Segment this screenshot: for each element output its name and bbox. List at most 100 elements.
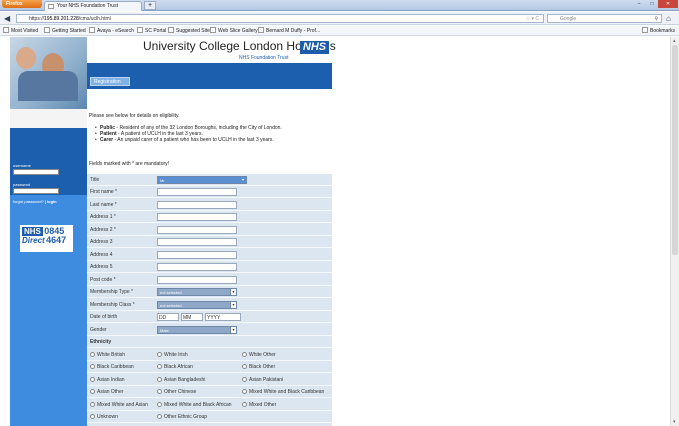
bookmark-item[interactable]: Suggested Sites [168,26,212,36]
address5-field[interactable] [157,263,237,271]
ethnicity-radio[interactable]: Mixed White and Asian [90,402,148,408]
radio-icon [90,402,95,407]
search-input[interactable]: Google ⚲ [547,14,662,23]
postcode-field[interactable] [157,276,237,284]
radio-icon [157,414,162,419]
bookmark-folder-icon [3,27,9,33]
address1-field[interactable] [157,213,237,221]
ethnicity-label: Ethnicity [90,339,112,345]
tab-registration[interactable]: Registration [90,77,130,86]
bookmark-star-icon[interactable]: ☆ ▾ C [526,15,539,23]
ethnicity-radio[interactable]: Asian Indian [90,377,125,383]
form-row: Address 4 [87,249,332,261]
gender-label: Gender [90,327,107,333]
ethnicity-radio[interactable]: Mixed White and Black Caribbean [242,389,324,395]
ethnicity-radio[interactable]: Unknown [90,414,118,420]
scroll-up-icon[interactable]: ▴ [673,38,676,44]
ethnicity-radio[interactable]: Black Caribbean [90,364,134,370]
bookmark-item[interactable]: Getting Started [44,26,86,36]
bookmarks-menu[interactable]: Bookmarks [641,26,675,36]
browser-tab[interactable]: Your NHS Foundation Trust [44,1,142,11]
ethnicity-radio[interactable]: Black Other [242,364,275,370]
ethnicity-radio[interactable]: Asian Other [90,389,123,395]
search-icon[interactable]: ⚲ [654,15,658,23]
form-row: Gender Male ▾ [87,324,332,336]
bookmark-item[interactable]: Most Visited [3,26,38,36]
dob-month-input[interactable]: MM [181,313,203,321]
gender-select[interactable]: Male ▾ [157,326,237,334]
bookmark-item[interactable]: Avaya - eSearch [89,26,134,36]
ethnicity-radio[interactable]: White British [90,352,125,358]
nhs-direct-logo[interactable]: NHS 0845 Direct 4647 [20,225,73,252]
forgot-password-link[interactable]: forgot password? [13,199,44,204]
address3-field[interactable] [157,238,237,246]
ethnicity-radio[interactable]: Mixed White and Black African [157,402,232,408]
last-name-field[interactable] [157,201,237,209]
form-row: First name * [87,186,332,198]
dob-day-input[interactable]: DD [157,313,179,321]
first-name-field[interactable] [157,188,237,196]
ethnicity-radio[interactable]: White Irish [157,352,188,358]
page-favicon-icon [48,4,54,9]
chevron-down-icon: ▾ [240,177,246,183]
membership-type-label: Membership Type * [90,289,133,295]
bookmark-icon [258,27,264,33]
minimize-icon[interactable]: – [632,0,646,8]
close-icon[interactable]: ✕ [658,0,678,8]
password-input[interactable] [13,188,59,194]
radio-icon [157,364,162,369]
address2-field[interactable] [157,226,237,234]
bookmark-icon [210,27,216,33]
firefox-menu-button[interactable]: Firefox [2,0,42,8]
radio-icon [242,377,247,382]
form-row: Ethnicity [87,336,332,348]
form-row: Address 2 * [87,224,332,236]
ethnicity-radio[interactable]: Mixed Other [242,402,276,408]
dob-label: Date of birth [90,314,118,320]
bookmark-item[interactable]: Bernard M Duffy - Prof... [258,26,320,36]
header-photo [10,37,87,109]
dob-year-input[interactable]: YYYY [205,313,241,321]
address4-field[interactable] [157,251,237,259]
left-sidebar: username password forgot password? | log… [10,37,87,426]
bookmark-item[interactable]: Web Slice Gallery [210,26,258,36]
title-label: Title [90,177,100,183]
radio-icon [90,389,95,394]
radio-icon [90,377,95,382]
membership-class-select[interactable]: not selected ▾ [157,301,237,309]
radio-icon [157,389,162,394]
ethnicity-row: Mixed White and Asian Mixed White and Bl… [87,399,332,411]
form-row: Address 3 [87,236,332,248]
scroll-thumb[interactable] [672,45,678,255]
ethnicity-radio[interactable]: Other Ethnic Group [157,414,207,420]
title-select[interactable]: Mr ▾ [157,176,247,184]
login-box: username password [10,128,87,195]
new-tab-button[interactable]: + [144,1,156,10]
search-placeholder: Google [560,16,577,22]
form-row: Post code * [87,274,332,286]
form-row: Title Mr ▾ [87,174,332,186]
page-scrollbar[interactable]: ▴ ▾ [670,37,679,426]
scroll-down-icon[interactable]: ▾ [673,419,676,425]
ethnicity-radio[interactable]: White Other [242,352,276,358]
bookmark-item[interactable]: SC Portal [137,26,166,36]
url-path: /cms/uclh.html [78,16,111,22]
bookmark-icon [44,27,50,33]
login-link[interactable]: login [47,199,57,204]
back-arrow-icon[interactable]: ◀ [4,14,13,23]
username-label: username [13,163,31,168]
ethnicity-row: Asian Indian Asian Bangladeshi Asian Pak… [87,374,332,386]
membership-type-select[interactable]: not selected ▾ [157,288,237,296]
bookmark-icon [137,27,143,33]
radio-icon [242,364,247,369]
ethnicity-radio[interactable]: Black African [157,364,193,370]
maximize-icon[interactable]: □ [646,0,658,8]
home-icon[interactable]: ⌂ [666,14,671,23]
username-input[interactable] [13,169,59,175]
url-bar[interactable]: https://195.89.201.228/cms/uclh.html ☆ ▾… [16,14,544,23]
ethnicity-radio[interactable]: Asian Bangladeshi [157,377,205,383]
ethnicity-radio[interactable]: Asian Pakistani [242,377,283,383]
ethnicity-radio[interactable]: Other Chinese [157,389,196,395]
form-row: Membership Type * not selected ▾ [87,286,332,298]
radio-icon [157,352,162,357]
